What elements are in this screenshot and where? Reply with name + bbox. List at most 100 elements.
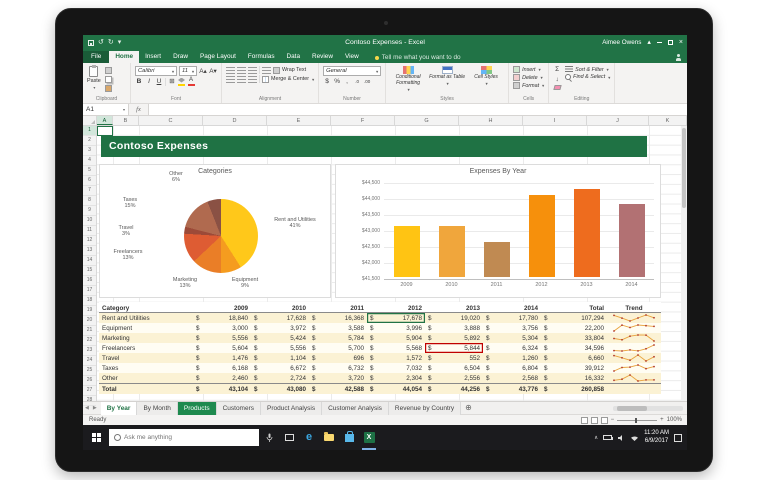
tab-review[interactable]: Review [306,51,339,63]
sheet-grid[interactable]: Contoso Expenses Categories Rent and Uti… [97,126,687,401]
column-header-K[interactable]: K [649,116,687,125]
font-color-icon[interactable]: A [187,77,195,86]
task-view-icon[interactable] [279,425,299,450]
italic-button[interactable]: I [145,77,153,86]
row-header-4[interactable]: 4 [83,156,96,166]
row-header-18[interactable]: 18 [83,296,96,306]
row-header-21[interactable]: 21 [83,326,96,336]
bar-chart-object[interactable]: Expenses By Year $41,500$42,000$42,500$4… [335,164,661,298]
clear-icon[interactable] [553,85,561,90]
tab-insert[interactable]: Insert [139,51,167,63]
edge-icon[interactable]: e [299,425,319,450]
format-painter-icon[interactable] [105,85,112,92]
format-cells-button[interactable]: Format▾ [513,82,544,89]
tab-page-layout[interactable]: Page Layout [194,51,242,63]
row-header-8[interactable]: 8 [83,196,96,206]
formula-input[interactable] [149,104,687,115]
tab-file[interactable]: File [83,51,109,63]
row-header-13[interactable]: 13 [83,246,96,256]
volume-icon[interactable] [617,429,625,447]
column-header-B[interactable]: B [113,116,139,125]
paste-button[interactable]: Paste ▾ [87,65,101,95]
row-header-24[interactable]: 24 [83,356,96,366]
user-name[interactable]: Aimee Owens [602,39,641,46]
row-header-11[interactable]: 11 [83,226,96,236]
table-row[interactable]: Taxes$6,168$6,672$6,732$7,032$6,504$6,80… [99,363,661,373]
active-cell-a1[interactable] [97,126,113,136]
row-header-5[interactable]: 5 [83,166,96,176]
cut-icon[interactable] [105,67,112,74]
zoom-level[interactable]: 100% [667,417,682,423]
zoom-slider-thumb[interactable] [635,418,637,423]
align-right-icon[interactable] [248,76,257,83]
horizontal-scrollbar-thumb[interactable] [617,406,647,411]
select-all-corner[interactable] [83,116,97,125]
sheet-tab-customers[interactable]: Customers [217,402,261,415]
font-name-select[interactable]: Calibri▾ [135,66,177,76]
redo-icon[interactable]: ↻ [108,39,114,46]
font-size-select[interactable]: 11▾ [179,66,197,76]
taskbar-clock[interactable]: 11:20 AM 6/9/2017 [644,430,669,445]
page-layout-view-icon[interactable] [591,417,598,424]
start-button[interactable] [83,425,109,450]
grow-font-icon[interactable]: A▴ [199,67,207,76]
wrap-text-label[interactable]: Wrap Text [282,67,306,73]
zoom-slider[interactable] [617,420,657,421]
borders-icon[interactable]: ⊞ [168,77,176,86]
tab-scroll-left-icon[interactable]: ◀ [83,405,91,411]
pie-chart-object[interactable]: Categories Rent and Utilities41%Equipmen… [99,164,331,298]
row-header-7[interactable]: 7 [83,186,96,196]
tab-formulas[interactable]: Formulas [242,51,281,63]
row-header-20[interactable]: 20 [83,316,96,326]
delete-cells-button[interactable]: Delete▾ [513,74,544,81]
column-header-C[interactable]: C [139,116,203,125]
new-sheet-icon[interactable]: ⊕ [465,404,472,412]
copy-icon[interactable] [105,76,112,83]
row-header-17[interactable]: 17 [83,286,96,296]
insert-cells-button[interactable]: Insert▾ [513,66,544,73]
percent-style-icon[interactable]: % [333,77,341,86]
column-header-E[interactable]: E [267,116,331,125]
tab-home[interactable]: Home [109,51,139,63]
table-row[interactable]: Freelancers$5,604$5,556$5,700$5,568$5,84… [99,343,661,353]
underline-button[interactable]: U [155,77,163,86]
column-header-A[interactable]: A [97,116,113,125]
sheet-tab-customer-analysis[interactable]: Customer Analysis [322,402,389,415]
align-top-icon[interactable] [226,67,235,74]
bold-button[interactable]: B [135,77,143,86]
table-row[interactable]: Rent and Utilities$18,840$17,628$16,368$… [99,313,661,323]
table-row[interactable]: Other$2,460$2,724$3,720$2,304$2,556$2,56… [99,373,661,383]
undo-icon[interactable]: ↺ [98,39,104,46]
qat-customize-icon[interactable]: ▾ [118,39,122,46]
excel-taskbar-icon[interactable]: X [359,425,379,450]
align-middle-icon[interactable] [237,67,246,74]
row-header-16[interactable]: 16 [83,276,96,286]
autosum-icon[interactable]: Σ [553,65,561,74]
row-header-2[interactable]: 2 [83,136,96,146]
accounting-format-icon[interactable]: $ [323,77,331,86]
network-icon[interactable] [630,429,639,447]
number-format-select[interactable]: General▾ [323,66,381,76]
tell-me-box[interactable]: Tell me what you want to do [375,54,461,63]
share-icon[interactable] [676,58,681,63]
row-header-23[interactable]: 23 [83,346,96,356]
decrease-decimal-icon[interactable]: .00 [363,77,371,86]
conditional-formatting-button[interactable]: Conditional Formatting ▾ [390,65,426,92]
zoom-in-icon[interactable]: + [660,417,664,423]
find-select-button[interactable]: Find & Select▾ [565,74,610,80]
sheet-tab-by-month[interactable]: By Month [137,402,177,415]
row-header-6[interactable]: 6 [83,176,96,186]
row-header-14[interactable]: 14 [83,256,96,266]
table-row[interactable]: Travel$1,476$1,104$696$1,572$552$1,260$6… [99,353,661,363]
page-break-view-icon[interactable] [601,417,608,424]
scrollbar-thumb[interactable] [682,128,686,208]
minimize-button[interactable] [657,42,662,43]
store-icon[interactable] [339,425,359,450]
action-center-icon[interactable] [674,434,682,442]
cell-styles-button[interactable]: Cell Styles ▾ [468,65,504,92]
table-row[interactable]: Marketing$5,556$5,424$5,784$5,904$5,892$… [99,333,661,343]
format-as-table-button[interactable]: Format as Table ▾ [429,65,465,92]
row-header-26[interactable]: 26 [83,376,96,386]
row-header-3[interactable]: 3 [83,146,96,156]
ribbon-display-options-icon[interactable]: ▴ [647,39,651,46]
